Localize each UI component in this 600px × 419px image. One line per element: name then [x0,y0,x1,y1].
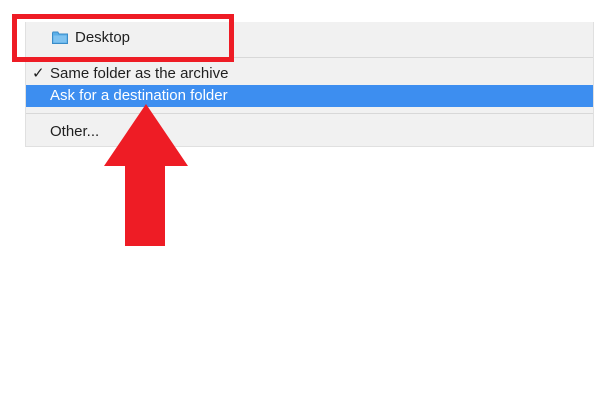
checkmark-icon: ✓ [32,65,45,82]
screenshot-stage: Desktop ✓ Same folder as the archive Ask… [0,0,600,419]
menu-item-same-folder-label: Same folder as the archive [50,65,229,82]
menu-item-same-folder[interactable]: ✓ Same folder as the archive [26,63,593,85]
up-arrow-annotation-icon [104,104,188,246]
menu-item-other-label: Other... [50,123,100,140]
highlight-box-annotation [12,14,234,62]
